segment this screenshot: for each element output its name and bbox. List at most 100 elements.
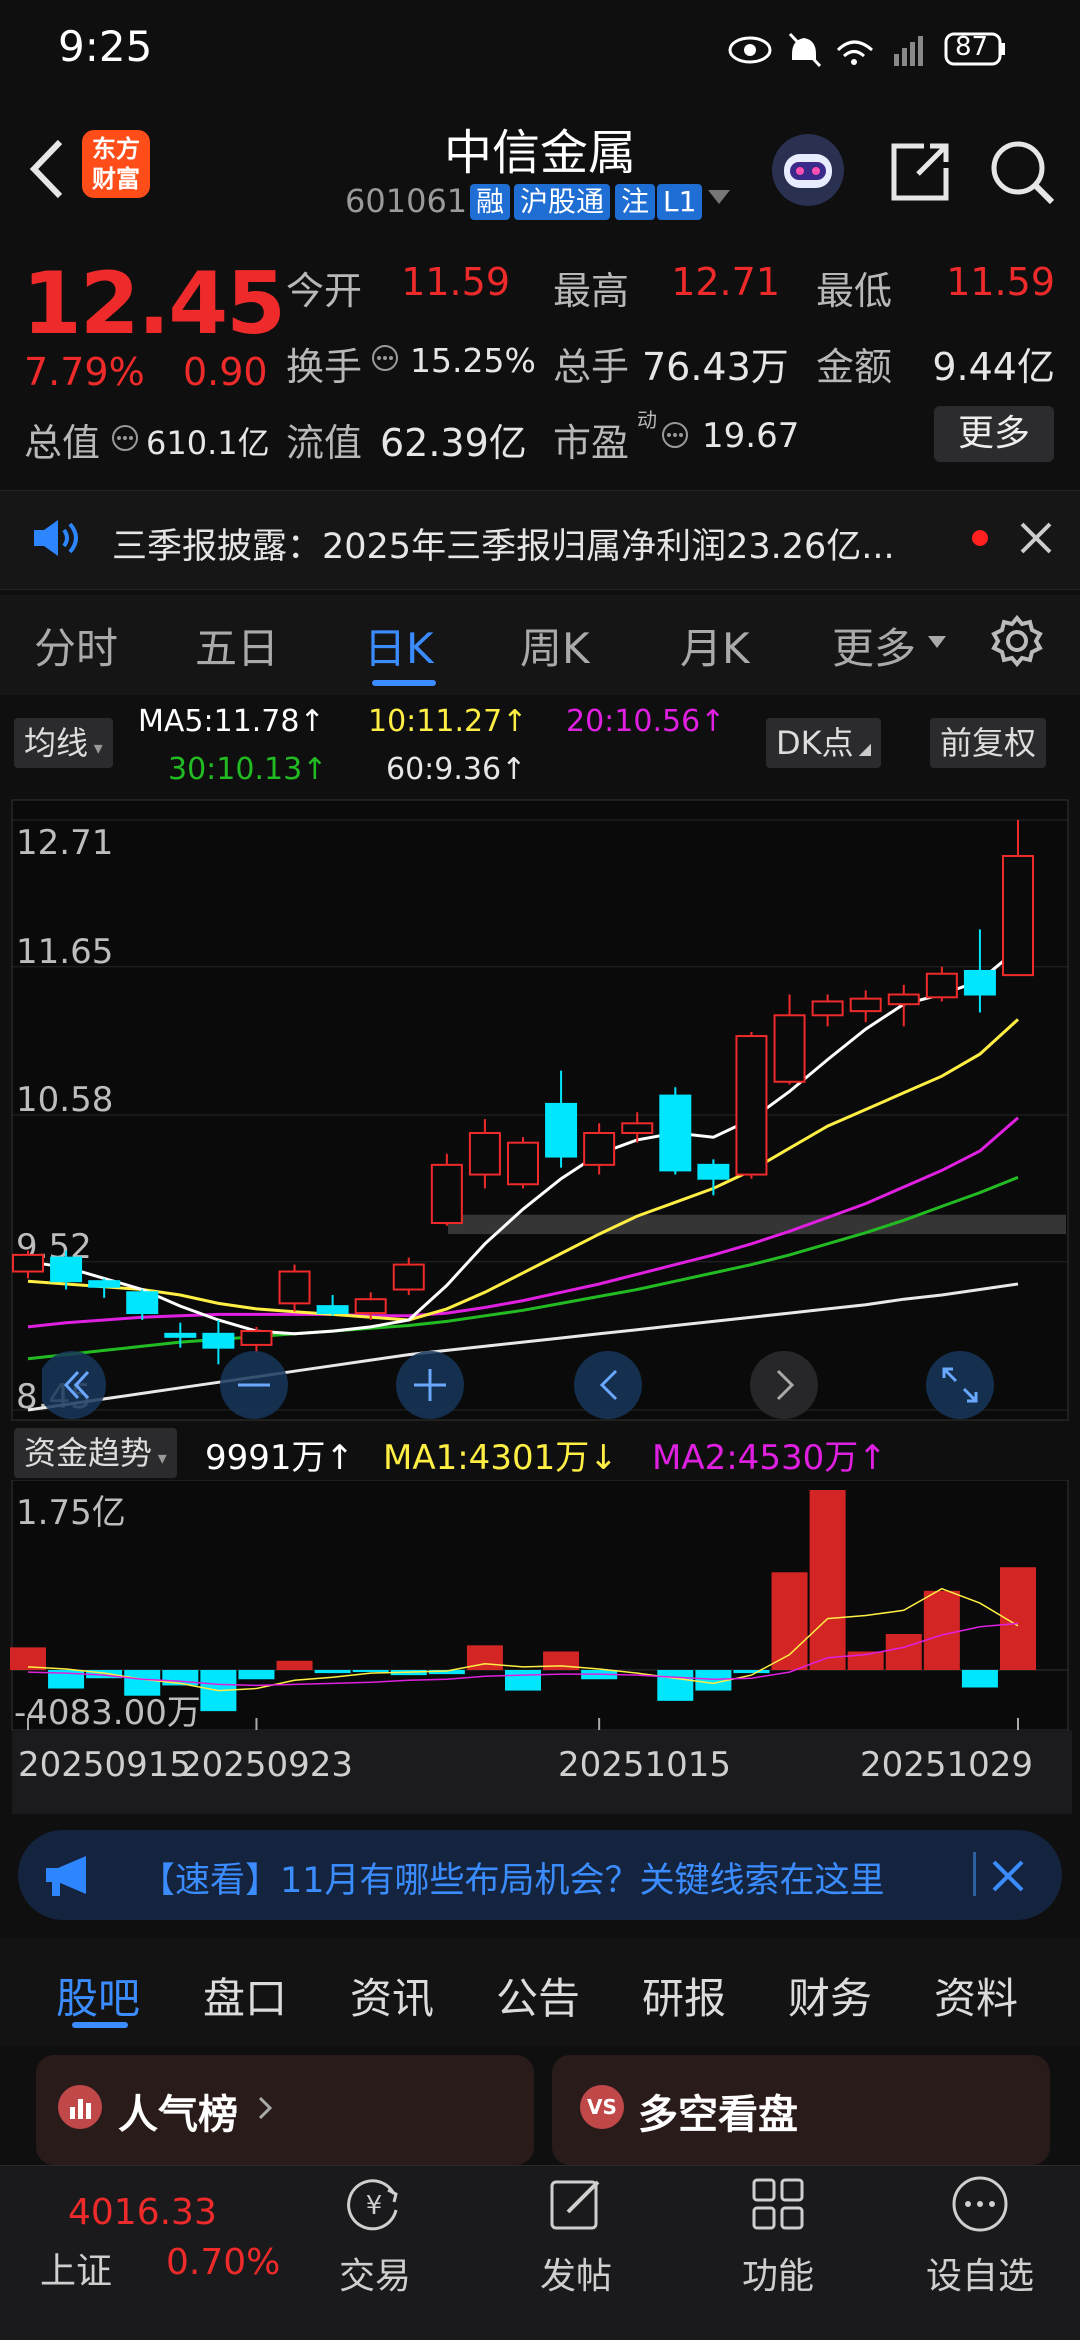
chevron-down-icon[interactable] [708,190,730,206]
y-tick-label: 12.71 [16,823,113,863]
nav-add-favorite[interactable]: 设自选 [910,2247,1050,2299]
popularity-card[interactable] [36,2055,534,2165]
fund-bar [733,1670,770,1674]
fund-trend-selector[interactable]: 资金趋势 ▾ [14,1428,177,1478]
fund-bar [124,1670,161,1696]
chart-bars-icon [58,2085,102,2129]
candle-body [773,1014,806,1083]
caret-down-icon: ▾ [88,738,103,759]
date-label-1: 20250915 [18,1745,192,1785]
zoom-in-icon[interactable] [396,1351,464,1419]
compose-post-icon[interactable] [546,2174,606,2234]
info-dots-icon[interactable] [370,343,400,373]
float-value: 62.39亿 [380,421,527,465]
scroll-right-icon[interactable] [750,1351,818,1419]
caret-down-icon: ▾ [152,1448,167,1469]
nav-trade[interactable]: 交易 [305,2247,445,2299]
fund-bar [352,1670,389,1673]
candle-body [316,1305,349,1315]
candle-body [12,1253,44,1273]
volume-label: 总手 [553,345,630,389]
divider [973,1852,976,1896]
trade-icon[interactable]: ¥ [344,2174,404,2234]
candle-body [240,1330,273,1346]
share-icon[interactable] [880,132,960,212]
amount-value: 9.44亿 [932,345,1055,389]
tab-profile[interactable]: 资料 [934,1965,1018,2026]
fund-bar [923,1590,960,1671]
fund-ma2-value: MA2:4530万↑ [652,1438,887,1478]
candle-body [430,1163,463,1225]
robot-assistant-icon[interactable] [768,130,848,210]
fund-bar [657,1670,694,1701]
candle-body [507,1141,539,1186]
tab-intraday[interactable]: 分时 [34,615,118,676]
y-tick-label: -4083.00万 [14,1693,201,1730]
turnover-label: 换手 [286,345,363,389]
dk-point-button[interactable]: DK点 ◢ [766,718,882,768]
candle-body [659,1094,692,1172]
status-icons: 87 [726,28,1026,72]
candle-body [1002,855,1034,977]
tab-news[interactable]: 资讯 [350,1965,434,2026]
tag-shanghai-connect: 沪股通 [514,184,611,220]
candle-body [50,1256,83,1283]
candle-body [697,1163,730,1180]
index-percent[interactable]: 0.70% [166,2242,280,2283]
info-dots-icon[interactable] [110,423,140,453]
kline-chart[interactable]: 12.7111.6510.589.528.45 [0,790,1080,1430]
tag-margin: 融 [470,184,511,220]
svg-text:¥: ¥ [366,2191,383,2221]
chevron-down-icon[interactable] [928,636,946,650]
nav-post[interactable]: 发帖 [506,2247,646,2299]
index-name[interactable]: 上证 [40,2242,112,2294]
stock-code: 601061 [345,182,468,220]
amount-label: 金额 [816,345,893,389]
notice-text[interactable]: 三季报披露：2025年三季报归属净利润23.26亿... [112,518,952,569]
fund-trend-label: 资金趋势 [24,1434,153,1472]
tab-guba[interactable]: 股吧 [56,1965,140,2026]
pe-value: 19.67 [702,416,800,456]
search-icon[interactable] [982,132,1062,212]
tab-announcements[interactable]: 公告 [496,1965,580,2026]
candle-body [963,969,996,996]
fund-trend-chart[interactable]: 1.75亿 -4083.00万 [0,1480,1080,1730]
tab-pankou[interactable]: 盘口 [203,1965,287,2026]
volume-value: 76.43万 [642,345,789,389]
unread-dot [972,530,988,546]
ma10-value: 10:11.27↑ [368,704,528,739]
battery-level: 87 [955,32,989,62]
tab-weekly-k[interactable]: 周K [520,615,590,676]
tag-level1: L1 [657,184,703,220]
indicator-selector[interactable]: 均线 ▾ [14,718,113,768]
tab-five-day[interactable]: 五日 [195,615,279,676]
tab-financials[interactable]: 财务 [788,1965,872,2026]
nav-functions[interactable]: 功能 [708,2247,848,2299]
settings-gear-icon[interactable] [990,614,1044,668]
candle-body [925,972,958,999]
close-icon[interactable] [990,1858,1026,1894]
bull-bear-card[interactable] [552,2055,1050,2165]
promo-text[interactable]: 【速看】11月有哪些布局机会？关键线索在这里 [140,1852,970,1903]
adjust-mode-button[interactable]: 前复权 [930,718,1047,768]
more-dots-icon[interactable] [950,2174,1010,2234]
scroll-left-icon[interactable] [574,1351,642,1419]
more-quote-button[interactable]: 更多 [934,406,1054,462]
close-icon[interactable] [1018,520,1054,556]
speaker-icon [34,520,78,556]
tab-daily-k[interactable]: 日K [364,615,434,676]
zoom-out-icon[interactable] [220,1351,288,1419]
info-dots-icon[interactable] [660,420,690,450]
functions-grid-icon[interactable] [748,2174,808,2234]
candle-body [849,997,882,1013]
tab-more[interactable]: 更多 [832,615,916,676]
tab-research[interactable]: 研报 [642,1965,726,2026]
last-price: 12.45 [22,254,286,354]
index-value[interactable]: 4016.33 [68,2192,217,2233]
tab-monthly-k[interactable]: 月K [680,615,750,676]
rewind-icon[interactable] [42,1351,106,1419]
fullscreen-icon[interactable] [926,1351,994,1419]
corner-arrow-icon: ◢ [853,739,872,758]
vs-icon: VS [580,2085,624,2129]
fund-bar [10,1647,46,1671]
